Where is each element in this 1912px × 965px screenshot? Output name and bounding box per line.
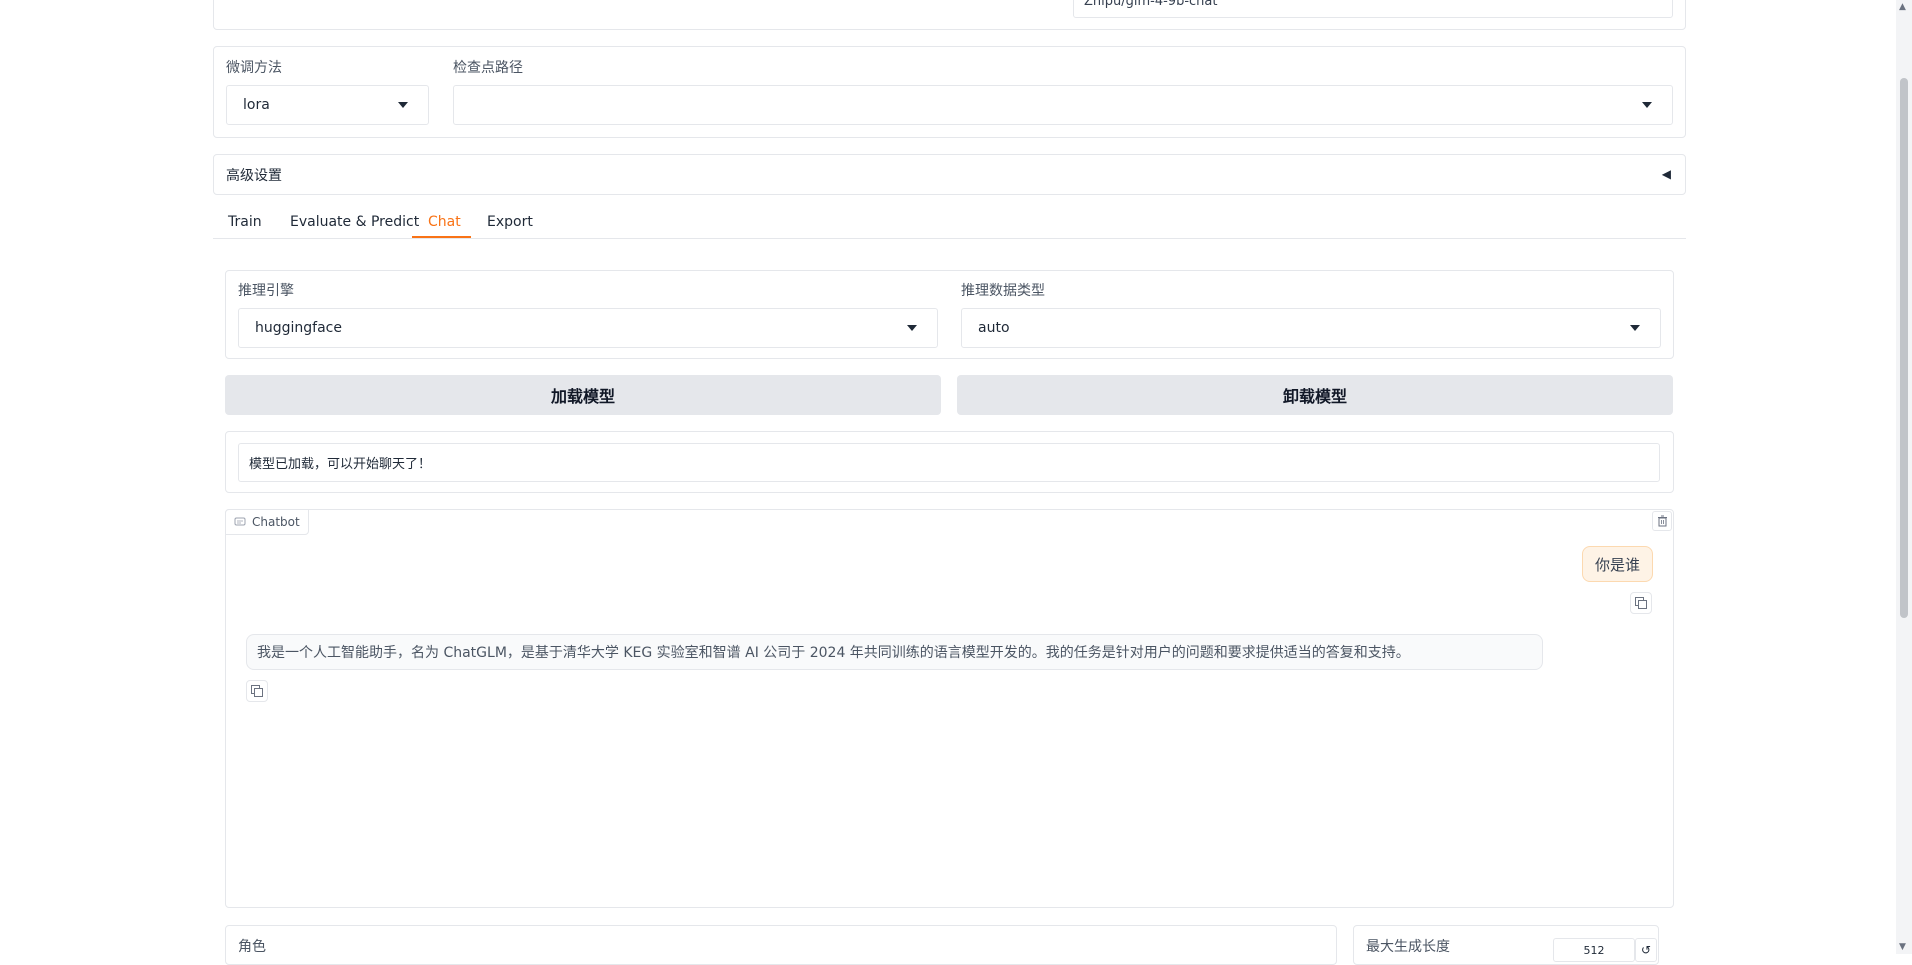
assistant-message-bubble: 我是一个人工智能助手，名为 ChatGLM，是基于清华大学 KEG 实验室和智谱… [246, 634, 1543, 670]
model-path-value: Zhipu/glm-4-9b-chat [1084, 0, 1218, 9]
clear-chat-button[interactable] [1652, 511, 1672, 531]
assistant-message-text: 我是一个人工智能助手，名为 ChatGLM，是基于清华大学 KEG 实验室和智谱… [257, 645, 1410, 661]
tab-export[interactable]: Export [487, 214, 533, 230]
load-model-button[interactable]: 加载模型 [225, 375, 941, 415]
inference-engine-dropdown[interactable]: huggingface [238, 308, 938, 348]
max-length-reset-button[interactable]: ↺ [1635, 938, 1657, 962]
inference-engine-label: 推理引擎 [238, 283, 294, 299]
chat-bubble-icon [234, 517, 246, 526]
status-text: 模型已加载，可以开始聊天了！ [249, 457, 432, 472]
finetune-method-dropdown[interactable]: lora [226, 85, 429, 125]
inference-dtype-value: auto [978, 320, 1010, 336]
chevron-down-icon [398, 102, 408, 108]
model-path-input[interactable]: Zhipu/glm-4-9b-chat [1073, 0, 1673, 18]
tab-train[interactable]: Train [228, 214, 262, 230]
chevron-down-icon [1642, 102, 1652, 108]
unload-model-button[interactable]: 卸载模型 [957, 375, 1673, 415]
role-label: 角色 [238, 939, 266, 955]
finetune-method-label: 微调方法 [226, 60, 282, 76]
status-textbox[interactable]: 模型已加载，可以开始聊天了！ [238, 443, 1660, 482]
chatbot-panel [225, 509, 1674, 908]
finetune-method-value: lora [243, 97, 270, 113]
max-length-label: 最大生成长度 [1366, 939, 1450, 955]
copy-user-message-button[interactable] [1630, 592, 1652, 614]
copy-assistant-message-button[interactable] [246, 680, 268, 702]
scroll-down-icon[interactable]: ▼ [1899, 942, 1906, 952]
advanced-settings-label: 高级设置 [226, 167, 282, 184]
tab-evaluate-predict[interactable]: Evaluate & Predict [290, 214, 419, 230]
inference-dtype-dropdown[interactable]: auto [961, 308, 1661, 348]
tab-chat[interactable]: Chat [428, 214, 461, 230]
scroll-up-icon[interactable]: ▲ [1899, 2, 1906, 12]
tab-chat-underline [412, 236, 471, 238]
page-scrollbar[interactable]: ▲ ▼ [1896, 0, 1912, 954]
chatbot-label: Chatbot [252, 515, 300, 529]
chevron-down-icon [1630, 325, 1640, 331]
checkpoint-path-dropdown[interactable] [453, 85, 1673, 125]
reset-icon: ↺ [1640, 943, 1652, 957]
collapse-triangle-icon: ◀ [1661, 167, 1671, 181]
role-panel [225, 925, 1337, 965]
chevron-down-icon [907, 325, 917, 331]
trash-icon [1657, 515, 1667, 527]
max-length-input[interactable]: 512 [1553, 938, 1635, 962]
scrollbar-thumb[interactable] [1900, 78, 1908, 618]
max-length-value: 512 [1583, 943, 1605, 957]
inference-engine-value: huggingface [255, 320, 342, 336]
checkpoint-path-label: 检查点路径 [453, 60, 523, 76]
user-message-text: 你是谁 [1594, 555, 1640, 574]
user-message-bubble: 你是谁 [1582, 546, 1653, 582]
advanced-settings-accordion[interactable]: 高级设置 ◀ [213, 154, 1686, 195]
copy-icon [1635, 597, 1647, 609]
copy-icon [251, 685, 263, 697]
chatbot-label-badge: Chatbot [225, 509, 309, 535]
tab-bar-divider [213, 238, 1686, 239]
inference-dtype-label: 推理数据类型 [961, 283, 1045, 299]
